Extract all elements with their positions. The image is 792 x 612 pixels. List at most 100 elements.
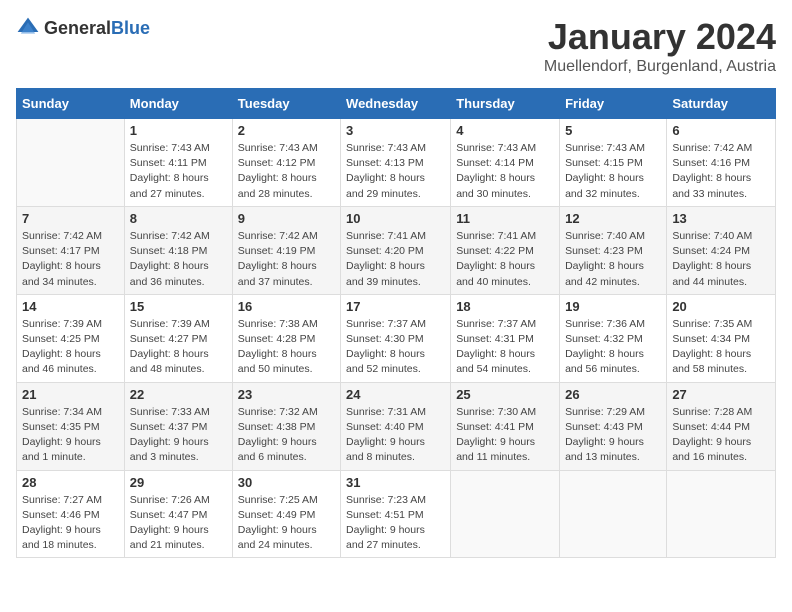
day-info: Sunrise: 7:39 AM Sunset: 4:25 PM Dayligh… [22, 317, 119, 378]
logo-general: General [44, 18, 111, 38]
day-number: 4 [456, 123, 554, 138]
title-area: January 2024 Muellendorf, Burgenland, Au… [544, 16, 776, 76]
week-row-0: 1Sunrise: 7:43 AM Sunset: 4:11 PM Daylig… [17, 119, 776, 207]
day-info: Sunrise: 7:43 AM Sunset: 4:12 PM Dayligh… [238, 141, 335, 202]
calendar-cell: 3Sunrise: 7:43 AM Sunset: 4:13 PM Daylig… [341, 119, 451, 207]
day-info: Sunrise: 7:23 AM Sunset: 4:51 PM Dayligh… [346, 493, 445, 554]
calendar-cell: 28Sunrise: 7:27 AM Sunset: 4:46 PM Dayli… [17, 470, 125, 558]
day-info: Sunrise: 7:25 AM Sunset: 4:49 PM Dayligh… [238, 493, 335, 554]
week-row-1: 7Sunrise: 7:42 AM Sunset: 4:17 PM Daylig… [17, 206, 776, 294]
day-info: Sunrise: 7:43 AM Sunset: 4:13 PM Dayligh… [346, 141, 445, 202]
day-number: 14 [22, 299, 119, 314]
calendar-cell: 4 Sunrise: 7:43 AM Sunset: 4:14 PM Daylig… [451, 119, 560, 207]
day-info: Sunrise: 7:37 AM Sunset: 4:30 PM Dayligh… [346, 317, 445, 378]
calendar-cell: 11 Sunrise: 7:41 AM Sunset: 4:22 PM Dayli… [451, 206, 560, 294]
calendar-cell [667, 470, 776, 558]
day-number: 27 [672, 387, 770, 402]
calendar-cell: 18Sunrise: 7:37 AM Sunset: 4:31 PM Dayli… [451, 294, 560, 382]
day-info: Sunrise: 7:30 AM Sunset: 4:41 PM Dayligh… [456, 405, 554, 466]
day-info: Sunrise: 7:32 AM Sunset: 4:38 PM Dayligh… [238, 405, 335, 466]
calendar-cell: 30 Sunrise: 7:25 AM Sunset: 4:49 PM Dayli… [232, 470, 340, 558]
day-number: 26 [565, 387, 661, 402]
day-info: Sunrise: 7:35 AM Sunset: 4:34 PM Dayligh… [672, 317, 770, 378]
day-number: 22 [130, 387, 227, 402]
calendar-cell: 25 Sunrise: 7:30 AM Sunset: 4:41 PM Dayli… [451, 382, 560, 470]
day-number: 5 [565, 123, 661, 138]
logo-blue: Blue [111, 18, 150, 38]
header-saturday: Saturday [667, 89, 776, 119]
calendar-cell: 23Sunrise: 7:32 AM Sunset: 4:38 PM Dayli… [232, 382, 340, 470]
day-number: 6 [672, 123, 770, 138]
calendar-cell: 1Sunrise: 7:43 AM Sunset: 4:11 PM Daylig… [124, 119, 232, 207]
day-info: Sunrise: 7:34 AM Sunset: 4:35 PM Dayligh… [22, 405, 119, 466]
day-number: 21 [22, 387, 119, 402]
calendar-cell: 31 Sunrise: 7:23 AM Sunset: 4:51 PM Dayli… [341, 470, 451, 558]
day-number: 29 [130, 475, 227, 490]
calendar-cell: 22 Sunrise: 7:33 AM Sunset: 4:37 PM Dayli… [124, 382, 232, 470]
day-number: 2 [238, 123, 335, 138]
calendar-cell: 10 Sunrise: 7:41 AM Sunset: 4:20 PM Dayli… [341, 206, 451, 294]
calendar-cell: 21 Sunrise: 7:34 AM Sunset: 4:35 PM Dayli… [17, 382, 125, 470]
day-info: Sunrise: 7:38 AM Sunset: 4:28 PM Dayligh… [238, 317, 335, 378]
week-row-3: 21 Sunrise: 7:34 AM Sunset: 4:35 PM Dayli… [17, 382, 776, 470]
calendar-cell [17, 119, 125, 207]
calendar-cell: 19Sunrise: 7:36 AM Sunset: 4:32 PM Dayli… [560, 294, 667, 382]
logo: GeneralBlue [16, 16, 150, 40]
calendar-cell: 5 Sunrise: 7:43 AM Sunset: 4:15 PM Daylig… [560, 119, 667, 207]
day-info: Sunrise: 7:33 AM Sunset: 4:37 PM Dayligh… [130, 405, 227, 466]
day-number: 25 [456, 387, 554, 402]
day-number: 11 [456, 211, 554, 226]
day-info: Sunrise: 7:43 AM Sunset: 4:15 PM Dayligh… [565, 141, 661, 202]
day-info: Sunrise: 7:37 AM Sunset: 4:31 PM Dayligh… [456, 317, 554, 378]
day-info: Sunrise: 7:29 AM Sunset: 4:43 PM Dayligh… [565, 405, 661, 466]
day-number: 30 [238, 475, 335, 490]
day-info: Sunrise: 7:41 AM Sunset: 4:20 PM Dayligh… [346, 229, 445, 290]
calendar-cell: 24 Sunrise: 7:31 AM Sunset: 4:40 PM Dayli… [341, 382, 451, 470]
calendar-table: SundayMondayTuesdayWednesdayThursdayFrid… [16, 88, 776, 558]
day-info: Sunrise: 7:41 AM Sunset: 4:22 PM Dayligh… [456, 229, 554, 290]
day-info: Sunrise: 7:31 AM Sunset: 4:40 PM Dayligh… [346, 405, 445, 466]
week-row-4: 28Sunrise: 7:27 AM Sunset: 4:46 PM Dayli… [17, 470, 776, 558]
day-number: 10 [346, 211, 445, 226]
header-tuesday: Tuesday [232, 89, 340, 119]
day-number: 15 [130, 299, 227, 314]
day-number: 17 [346, 299, 445, 314]
day-number: 1 [130, 123, 227, 138]
calendar-cell [560, 470, 667, 558]
calendar-cell: 13 Sunrise: 7:40 AM Sunset: 4:24 PM Dayli… [667, 206, 776, 294]
calendar-cell: 9 Sunrise: 7:42 AM Sunset: 4:19 PM Daylig… [232, 206, 340, 294]
header-friday: Friday [560, 89, 667, 119]
day-info: Sunrise: 7:40 AM Sunset: 4:23 PM Dayligh… [565, 229, 661, 290]
calendar-header-row: SundayMondayTuesdayWednesdayThursdayFrid… [17, 89, 776, 119]
day-number: 24 [346, 387, 445, 402]
day-info: Sunrise: 7:42 AM Sunset: 4:19 PM Dayligh… [238, 229, 335, 290]
logo-icon [16, 16, 40, 40]
calendar-cell: 27Sunrise: 7:28 AM Sunset: 4:44 PM Dayli… [667, 382, 776, 470]
day-number: 7 [22, 211, 119, 226]
calendar-cell: 20 Sunrise: 7:35 AM Sunset: 4:34 PM Dayli… [667, 294, 776, 382]
day-info: Sunrise: 7:36 AM Sunset: 4:32 PM Dayligh… [565, 317, 661, 378]
day-number: 8 [130, 211, 227, 226]
calendar-cell: 12 Sunrise: 7:40 AM Sunset: 4:23 PM Dayli… [560, 206, 667, 294]
day-number: 13 [672, 211, 770, 226]
day-number: 9 [238, 211, 335, 226]
day-number: 16 [238, 299, 335, 314]
header-wednesday: Wednesday [341, 89, 451, 119]
calendar-cell: 16 Sunrise: 7:38 AM Sunset: 4:28 PM Dayli… [232, 294, 340, 382]
header-thursday: Thursday [451, 89, 560, 119]
location-subtitle: Muellendorf, Burgenland, Austria [544, 58, 776, 76]
day-number: 28 [22, 475, 119, 490]
calendar-cell: 15Sunrise: 7:39 AM Sunset: 4:27 PM Dayli… [124, 294, 232, 382]
day-number: 12 [565, 211, 661, 226]
calendar-cell: 7Sunrise: 7:42 AM Sunset: 4:17 PM Daylig… [17, 206, 125, 294]
calendar-cell: 2 Sunrise: 7:43 AM Sunset: 4:12 PM Daylig… [232, 119, 340, 207]
day-number: 31 [346, 475, 445, 490]
header-monday: Monday [124, 89, 232, 119]
day-info: Sunrise: 7:40 AM Sunset: 4:24 PM Dayligh… [672, 229, 770, 290]
calendar-cell: 26 Sunrise: 7:29 AM Sunset: 4:43 PM Dayli… [560, 382, 667, 470]
day-info: Sunrise: 7:42 AM Sunset: 4:16 PM Dayligh… [672, 141, 770, 202]
calendar-cell: 29Sunrise: 7:26 AM Sunset: 4:47 PM Dayli… [124, 470, 232, 558]
day-number: 20 [672, 299, 770, 314]
day-info: Sunrise: 7:43 AM Sunset: 4:14 PM Dayligh… [456, 141, 554, 202]
calendar-cell [451, 470, 560, 558]
